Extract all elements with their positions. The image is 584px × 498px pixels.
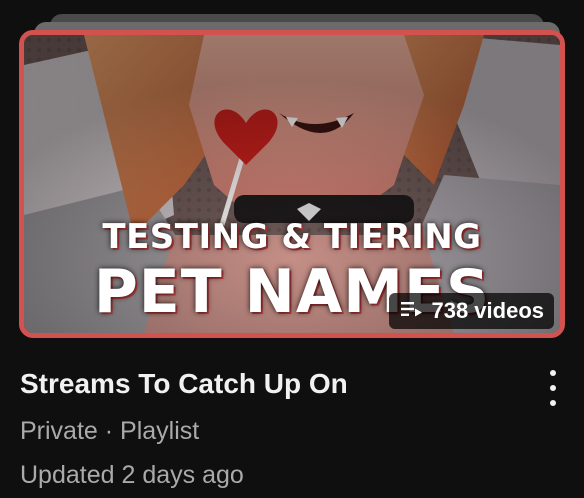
more-vertical-icon bbox=[550, 370, 556, 376]
more-actions-button[interactable] bbox=[542, 370, 564, 406]
visibility-label: Private bbox=[20, 417, 98, 445]
updated-label: Updated 2 days ago bbox=[20, 453, 524, 497]
playlist-title[interactable]: Streams To Catch Up On bbox=[20, 365, 524, 403]
playlist-meta: Private · Playlist bbox=[20, 409, 524, 453]
playlist-type-label: Playlist bbox=[120, 417, 199, 445]
playlist-icon bbox=[401, 301, 423, 322]
playlist-info: Streams To Catch Up On Private · Playlis… bbox=[20, 365, 524, 497]
video-count-label: 738 videos bbox=[431, 298, 544, 324]
playlist-card[interactable]: TESTING & TIERING PET NAMES 738 videos S… bbox=[0, 0, 584, 498]
thumbnail-title-line-1: TESTING & TIERING bbox=[24, 217, 560, 257]
video-count-badge: 738 videos bbox=[389, 293, 554, 329]
playlist-thumbnail[interactable]: TESTING & TIERING PET NAMES 738 videos bbox=[19, 30, 565, 338]
meta-separator: · bbox=[105, 417, 113, 445]
